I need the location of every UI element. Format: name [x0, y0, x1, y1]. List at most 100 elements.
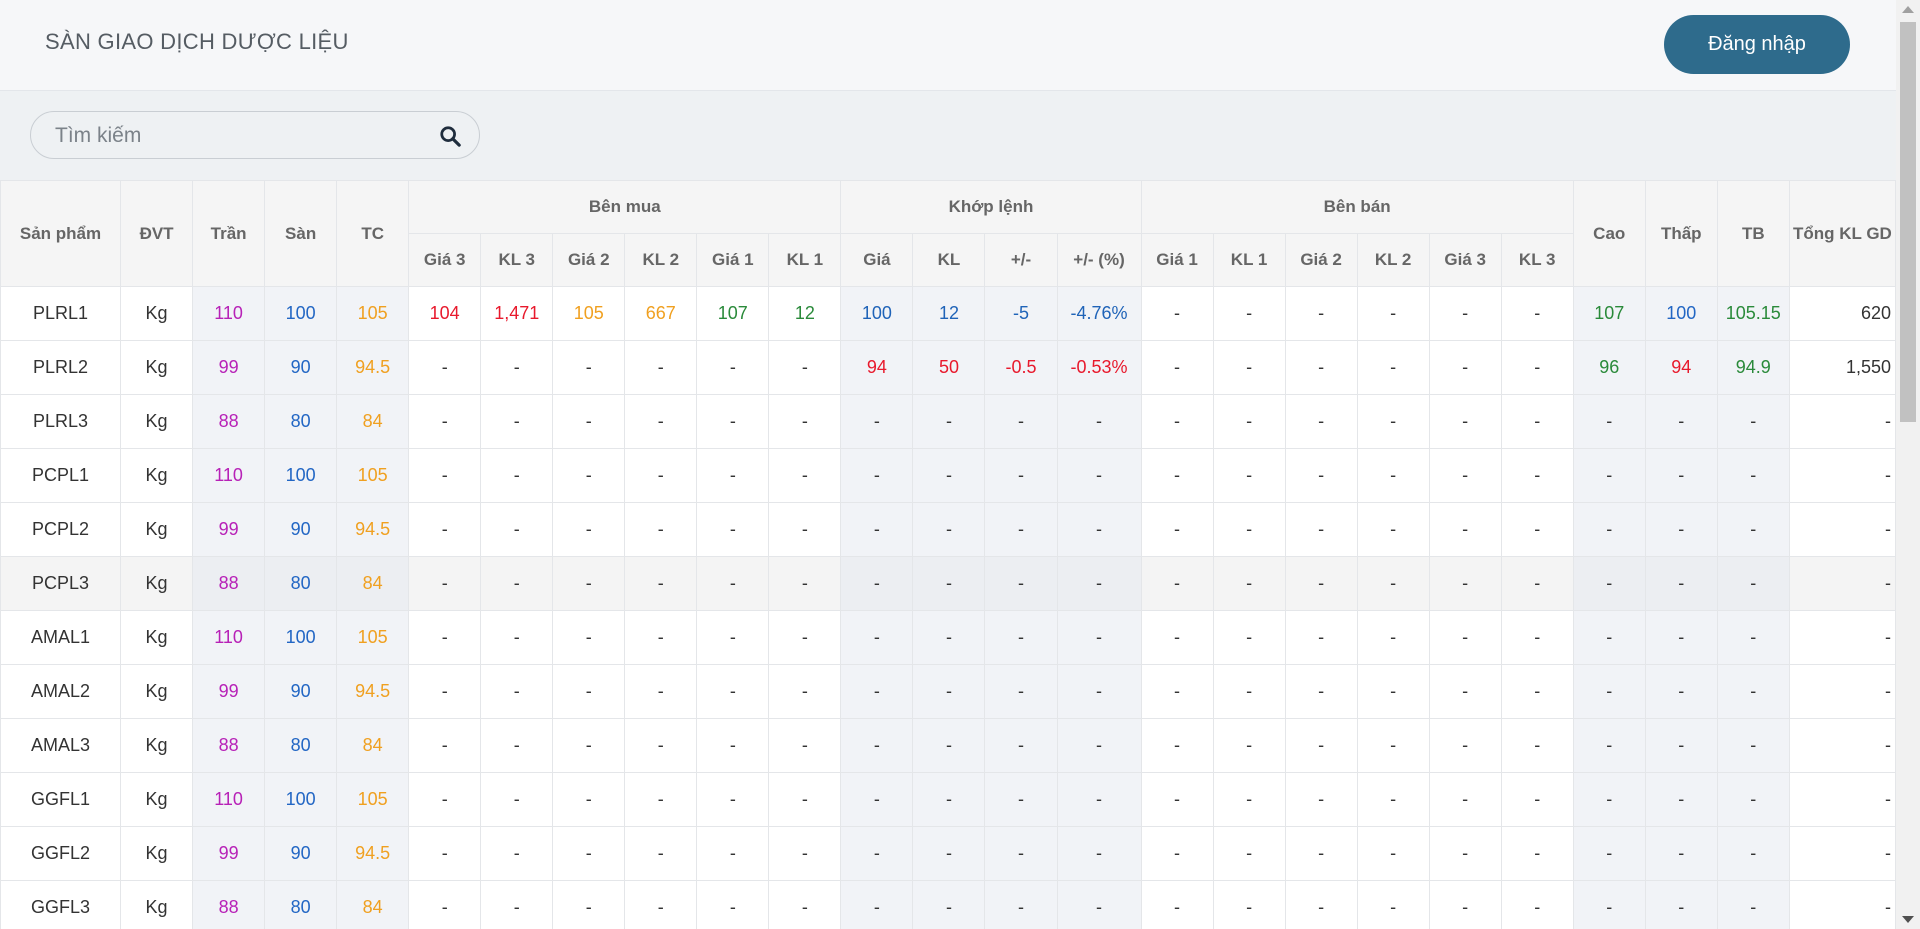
cell-ceiling: 110 [192, 448, 266, 503]
cell-avg: 105.15 [1716, 286, 1790, 341]
cell-buy-volume: - [768, 880, 842, 929]
login-button[interactable]: Đăng nhập [1664, 15, 1850, 74]
cell-total: - [1788, 718, 1896, 773]
cell-avg: - [1716, 394, 1790, 449]
group-buy: Bên mua [408, 180, 842, 234]
cell-buy-volume: - [768, 772, 842, 827]
cell-product: PCPL3 [0, 556, 122, 611]
match-col-header: Giá [840, 233, 914, 287]
search-icon[interactable] [439, 125, 461, 147]
cell-product: AMAL2 [0, 664, 122, 719]
cell-sell-volume: - [1356, 610, 1430, 665]
cell-change: - [984, 664, 1058, 719]
cell-match-volume: 12 [912, 286, 986, 341]
cell-buy-volume: - [768, 556, 842, 611]
cell-change-pct: - [1056, 448, 1142, 503]
cell-ref: 94.5 [336, 664, 410, 719]
cell-sell-volume: - [1212, 448, 1286, 503]
cell-sell-volume: - [1212, 286, 1286, 341]
cell-unit: Kg [120, 448, 194, 503]
table-row[interactable]: GGFL1 Kg 110 100 105- - - - - - - - - - - - - - - - - - - - [0, 772, 1896, 827]
cell-buy-volume: - [624, 880, 698, 929]
price-table: Sản phẩm ĐVT Trần Sàn TC Bên mua Khớp lệ… [0, 180, 1896, 929]
cell-ref: 105 [336, 286, 410, 341]
cell-change: - [984, 448, 1058, 503]
col-ref: TC [336, 180, 410, 287]
sell-col-header: Giá 3 [1428, 233, 1502, 287]
cell-ref: 94.5 [336, 502, 410, 557]
table-row[interactable]: PCPL3 Kg 88 80 84- - - - - - - - - - - - - - - - - - - - [0, 556, 1896, 611]
cell-buy-price: - [552, 340, 626, 395]
cell-sell-price: - [1284, 448, 1358, 503]
search-box[interactable] [30, 111, 480, 159]
cell-sell-price: - [1428, 556, 1502, 611]
cell-buy-price: - [552, 772, 626, 827]
cell-floor: 100 [264, 286, 338, 341]
cell-change-pct: - [1056, 610, 1142, 665]
cell-buy-volume: - [624, 610, 698, 665]
cell-match-price: 94 [840, 340, 914, 395]
cell-change-pct: - [1056, 718, 1142, 773]
cell-high: - [1572, 718, 1646, 773]
table-row[interactable]: GGFL3 Kg 88 80 84- - - - - - - - - - - - - - - - - - - - [0, 880, 1896, 929]
cell-ref: 94.5 [336, 826, 410, 881]
table-row[interactable]: GGFL2 Kg 99 90 94.5- - - - - - - - - - - - - - - - - - - - [0, 826, 1896, 881]
scroll-thumb[interactable] [1900, 22, 1916, 422]
cell-sell-volume: - [1500, 664, 1574, 719]
cell-buy-price: 104 [408, 286, 482, 341]
cell-high: - [1572, 448, 1646, 503]
cell-buy-volume: - [768, 394, 842, 449]
cell-sell-price: - [1428, 880, 1502, 929]
cell-buy-price: - [552, 880, 626, 929]
vertical-scrollbar[interactable] [1896, 0, 1920, 929]
cell-ref: 84 [336, 556, 410, 611]
table-row[interactable]: PLRL3 Kg 88 80 84- - - - - - - - - - - - - - - - - - - - [0, 394, 1896, 449]
cell-ceiling: 88 [192, 718, 266, 773]
table-row[interactable]: PLRL2 Kg 99 90 94.5- - - - - -94 50 -0.5 -0.53% - - - - -… [0, 340, 1896, 395]
cell-high: - [1572, 394, 1646, 449]
cell-sell-price: - [1428, 772, 1502, 827]
cell-sell-price: - [1428, 610, 1502, 665]
cell-buy-volume: 12 [768, 286, 842, 341]
cell-buy-price: - [408, 502, 482, 557]
cell-ceiling: 99 [192, 826, 266, 881]
col-unit: ĐVT [120, 180, 194, 287]
cell-buy-price: - [552, 718, 626, 773]
cell-sell-price: - [1428, 826, 1502, 881]
table-row[interactable]: AMAL1 Kg 110 100 105- - - - - - - - - - - - - - - - - - - - [0, 610, 1896, 665]
cell-high: - [1572, 664, 1646, 719]
table-row[interactable]: PLRL1 Kg 110 100 105 104 1,471 105 667 107 12 100 12… [0, 286, 1896, 341]
cell-sell-price: - [1140, 394, 1214, 449]
cell-change: - [984, 826, 1058, 881]
cell-sell-volume: - [1212, 610, 1286, 665]
match-col-header: +/- [984, 233, 1058, 287]
sell-col-header: KL 1 [1212, 233, 1286, 287]
cell-change-pct: - [1056, 772, 1142, 827]
cell-total: - [1788, 448, 1896, 503]
cell-change: - [984, 394, 1058, 449]
cell-change: - [984, 610, 1058, 665]
table-body: PLRL1 Kg 110 100 105 104 1,471 105 667 107 12 100 12… [0, 286, 1896, 929]
cell-buy-volume: 1,471 [480, 286, 554, 341]
search-input[interactable] [53, 120, 417, 152]
cell-buy-volume: - [480, 610, 554, 665]
cell-avg: 94.9 [1716, 340, 1790, 395]
cell-buy-price: - [408, 448, 482, 503]
table-row[interactable]: PCPL1 Kg 110 100 105- - - - - - - - - - - - - - - - - - - - [0, 448, 1896, 503]
cell-ref: 84 [336, 718, 410, 773]
cell-low: - [1644, 448, 1718, 503]
scroll-down-arrow-icon[interactable] [1902, 916, 1914, 923]
cell-high: - [1572, 556, 1646, 611]
scroll-up-arrow-icon[interactable] [1902, 6, 1914, 13]
table-row[interactable]: PCPL2 Kg 99 90 94.5- - - - - - - - - - - - - - - - - - - - [0, 502, 1896, 557]
cell-low: 100 [1644, 286, 1718, 341]
cell-buy-price: - [696, 394, 770, 449]
cell-change: - [984, 880, 1058, 929]
table-row[interactable]: AMAL2 Kg 99 90 94.5- - - - - - - - - - - - - - - - - - - - [0, 664, 1896, 719]
cell-floor: 100 [264, 448, 338, 503]
cell-sell-volume: - [1500, 826, 1574, 881]
cell-change-pct: - [1056, 502, 1142, 557]
table-row[interactable]: AMAL3 Kg 88 80 84- - - - - - - - - - - - - - - - - - - - [0, 718, 1896, 773]
cell-unit: Kg [120, 556, 194, 611]
cell-match-price: - [840, 772, 914, 827]
